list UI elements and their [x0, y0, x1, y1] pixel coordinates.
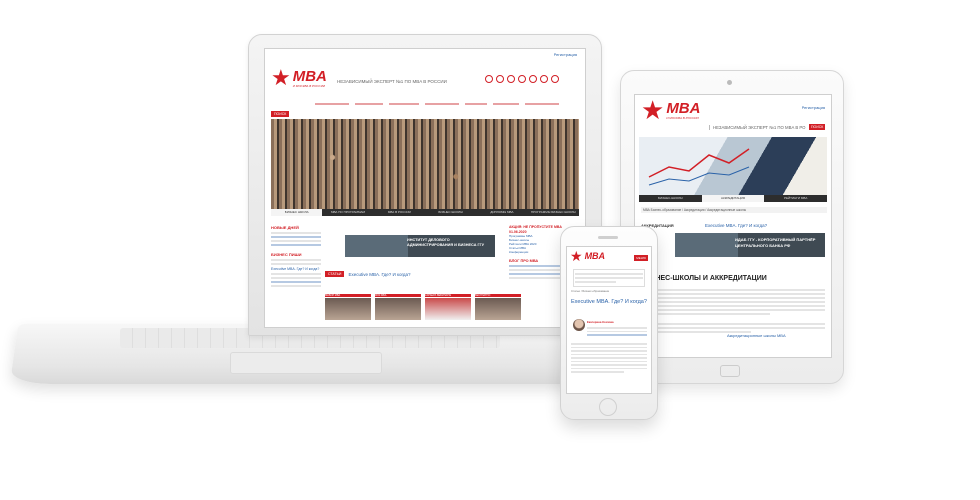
hero-tab[interactable]: БИЗНЕС ШКОЛА	[271, 209, 323, 216]
left-column: НОВЫЕ ДНЕЙ БИЗНЕС ПИШИ Executive MBA. Гд…	[271, 225, 321, 289]
logo-sub: И МОСКВА В РОССИИ	[292, 83, 326, 88]
hero-tab[interactable]: ПРОГРАММЫ БИЗНЕС ШКОЛЫ	[528, 209, 579, 216]
hero-tab[interactable]: МВА ПО ПРОГРАММАМ	[322, 209, 373, 216]
device-mockup-scene: Регистрация ★ MBA И МОСКВА В РОССИИ НЕЗА…	[0, 0, 980, 500]
author-bio	[587, 325, 647, 338]
tablet-register-link[interactable]: Регистрация	[802, 105, 825, 110]
search-button[interactable]: ПОИСК	[271, 111, 290, 117]
chart-graphic	[648, 148, 750, 186]
phone-author[interactable]: Екатерина Козлова	[587, 320, 614, 324]
tablet-body-text	[641, 287, 825, 335]
phone-logo[interactable]: ★ MBA	[570, 249, 605, 263]
main-nav	[315, 101, 565, 107]
hero-tabs: БИЗНЕС ШКОЛА МВА ПО ПРОГРАММАМ МВА В РОС…	[271, 209, 579, 216]
nav-item[interactable]	[389, 103, 419, 105]
nav-item[interactable]	[315, 103, 349, 105]
section-title: СТАТЬИ	[325, 271, 345, 277]
section-link[interactable]: Executive MBA. Где? И когда?	[348, 272, 410, 277]
article-card[interactable]: ВЫБОР МВА	[325, 293, 371, 320]
logo-word: MBA	[584, 250, 606, 261]
hero-tab[interactable]: МВА В РОССИИ	[374, 209, 425, 216]
tablet-promo-banner[interactable]: ИДАБ ГГУ - КОРПОРАТИВНЫЙ ПАРТНЁР ЦЕНТРАЛ…	[675, 233, 825, 257]
tablet-screen: Регистрация ★ MBA И МОСКВА В РОССИИ НЕЗА…	[634, 94, 832, 358]
article-card[interactable]: MINI MBA	[375, 293, 421, 320]
social-icon[interactable]	[485, 75, 493, 83]
left-block-title: БИЗНЕС ПИШИ	[271, 252, 302, 257]
star-icon: ★	[271, 65, 291, 90]
author-avatar	[573, 319, 585, 331]
laptop-screen: Регистрация ★ MBA И МОСКВА В РОССИИ НЕЗА…	[264, 48, 586, 328]
site-logo[interactable]: ★ MBA И МОСКВА В РОССИИ	[271, 67, 327, 89]
logo-word: MBA	[292, 67, 327, 85]
logo-sub: И МОСКВА В РОССИИ	[666, 115, 699, 120]
logo-word: MBA	[666, 99, 701, 117]
hero-tab[interactable]: БИЗНЕС ШКОЛЫ	[425, 209, 476, 216]
hero-tab[interactable]: АККРЕДИТАЦИЯ	[701, 195, 765, 202]
article-card[interactable]: КАРЬЕРА ВЕБИНАРЫ	[425, 293, 471, 320]
social-icon[interactable]	[518, 75, 526, 83]
left-article-link[interactable]: Executive MBA. Где? И когда?	[271, 267, 321, 271]
phone-info-box	[573, 269, 645, 287]
hero-tab[interactable]: ДИПЛОМЫ MBA	[476, 209, 527, 216]
social-icons	[485, 75, 559, 83]
promo-banner[interactable]: ИНСТИТУТ ДЕЛОВОГО АДМИНИСТРИРОВАНИЯ И БИ…	[345, 235, 495, 257]
article-card[interactable]: БЕСПЛАТНО	[475, 293, 521, 320]
phone-home-button	[599, 398, 617, 416]
star-icon: ★	[570, 248, 583, 264]
social-icon[interactable]	[496, 75, 504, 83]
star-icon: ★	[641, 95, 665, 125]
phone-menu-button[interactable]: МЕНЮ	[634, 255, 648, 261]
social-icon[interactable]	[529, 75, 537, 83]
tablet-promo-link[interactable]: Executive MBA. Где? И когда?	[705, 223, 767, 228]
phone-breadcrumb[interactable]: Статьи / Бизнес-образование	[571, 289, 647, 293]
phone-screen: ★ MBA МЕНЮ Статьи / Бизнес-образование E…	[566, 246, 652, 394]
tablet-hero-image	[639, 137, 827, 195]
tablet-logo[interactable]: ★ MBA И МОСКВА В РОССИИ	[641, 97, 700, 123]
tablet-camera	[727, 80, 732, 85]
tablet-home-button	[720, 365, 740, 377]
tablet-hero-tabs: БИЗНЕС-ШКОЛЫ АККРЕДИТАЦИЯ РЕЙТИНГИ MBA	[639, 195, 827, 202]
news-title: НОВЫЕ ДНЕЙ	[271, 225, 299, 230]
laptop-trackpad	[230, 352, 382, 374]
tablet-search-button[interactable]: ПОИСК	[809, 124, 826, 130]
nav-item[interactable]	[355, 103, 383, 105]
social-icon[interactable]	[540, 75, 548, 83]
article-cards: ВЫБОР МВА MINI MBA КАРЬЕРА ВЕБИНАРЫ БЕСП…	[325, 293, 521, 320]
hero-tab[interactable]: РЕЙТИНГИ MBA	[764, 195, 827, 202]
tablet-tagline: НЕЗАВИСИМЫЙ ЭКСПЕРТ №1 ПО MBA В РО	[709, 125, 806, 130]
tablet-breadcrumb[interactable]: МВА Бизнес-образование / Аккредитация / …	[641, 207, 827, 213]
site-tagline: НЕЗАВИСИМЫЙ ЭКСПЕРТ №1 ПО MBA В РОССИИ	[337, 79, 447, 84]
hero-image-audience	[271, 119, 579, 215]
tablet-bottom-link[interactable]: Аккредитационные школы MBA	[727, 333, 786, 338]
register-link[interactable]: Регистрация	[554, 52, 577, 57]
tablet-heading: БИЗНЕС-ШКОЛЫ И АККРЕДИТАЦИИ	[641, 275, 767, 282]
nav-item[interactable]	[493, 103, 519, 105]
nav-item[interactable]	[525, 103, 559, 105]
social-icon[interactable]	[551, 75, 559, 83]
social-icon[interactable]	[507, 75, 515, 83]
nav-item[interactable]	[465, 103, 487, 105]
phone-body-text	[571, 341, 647, 375]
hero-tab[interactable]: БИЗНЕС-ШКОЛЫ	[639, 195, 702, 202]
phone-speaker	[598, 236, 618, 239]
nav-item[interactable]	[425, 103, 459, 105]
phone-article-title: Executive MBA. Где? И когда?	[571, 299, 647, 305]
articles-section-header: СТАТЬИ Executive MBA. Где? И когда?	[325, 271, 411, 277]
